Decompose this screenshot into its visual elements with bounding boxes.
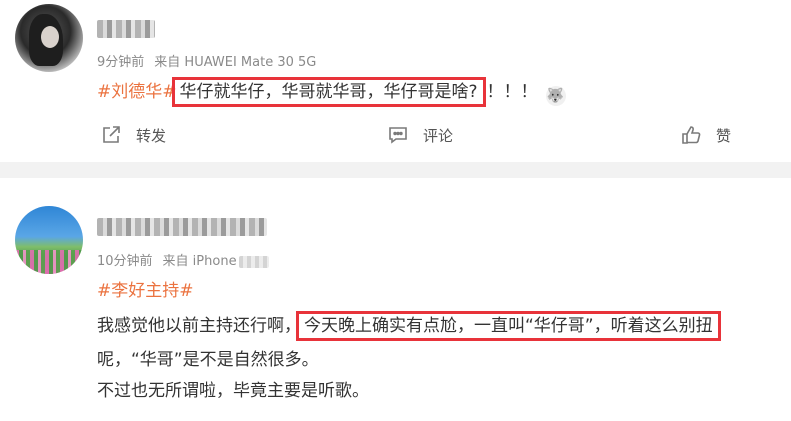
thumbs-up-icon <box>682 126 701 144</box>
like-label: 赞 <box>716 126 732 145</box>
avatar-flowers <box>15 250 83 274</box>
avatar-face <box>41 26 59 48</box>
post-1: 9分钟前 来自 HUAWEI Mate 30 5G #刘德华# 华仔就华仔，华哥就华… <box>0 0 791 162</box>
username-blurred[interactable] <box>97 218 267 236</box>
username-blurred[interactable] <box>97 20 155 38</box>
post-time: 10分钟前 <box>97 254 153 269</box>
comment-label: 评论 <box>423 126 454 145</box>
blurred-text <box>238 255 269 268</box>
post-text: #刘德华# 华仔就华仔，华哥就华哥，华仔哥是啥?！！！ 🐺 <box>97 77 566 107</box>
share-icon <box>103 126 120 143</box>
post-text-pre: 我感觉他以前主持还行啊， <box>97 316 301 336</box>
post-source: 来自 HUAWEI Mate 30 5G <box>154 55 317 70</box>
hashtag-line: #李好主持# <box>97 276 194 301</box>
hashtag-link[interactable]: #刘德华# <box>97 82 177 102</box>
post-meta: 9分钟前 来自 HUAWEI Mate 30 5G <box>97 51 316 70</box>
comment-icon <box>389 127 407 144</box>
post-source: 来自 iPhone <box>162 254 237 269</box>
avatar[interactable] <box>15 206 83 274</box>
divider <box>0 162 791 178</box>
avatar[interactable] <box>15 4 83 72</box>
exclamation-text: ！！！ <box>486 82 538 102</box>
husky-face-icon: 🐺 <box>545 86 566 106</box>
share-label: 转发 <box>136 126 167 145</box>
post-text-line: 我感觉他以前主持还行啊， 今天晚上确实有点尬，一直叫“华仔哥”，听着这么别扭 <box>97 311 721 341</box>
post-meta: 10分钟前 来自 iPhone <box>97 250 269 269</box>
post-text-line: 不过也无所谓啦，毕竟主要是听歌。 <box>97 381 369 401</box>
comment-button[interactable]: 评论 <box>387 124 453 146</box>
post-text-line: 呢，“华哥”是不是自然很多。 <box>97 350 319 370</box>
like-button[interactable]: 赞 <box>680 124 731 146</box>
post-time: 9分钟前 <box>97 55 145 70</box>
share-button[interactable]: 转发 <box>100 124 166 146</box>
highlighted-text: 今天晚上确实有点尬，一直叫“华仔哥”，听着这么别扭 <box>296 311 721 341</box>
hashtag-link[interactable]: #李好主持# <box>97 281 194 301</box>
highlighted-text: 华仔就华仔，华哥就华哥，华仔哥是啥? <box>171 77 486 107</box>
action-bar: 转发 评论 赞 <box>0 124 791 150</box>
